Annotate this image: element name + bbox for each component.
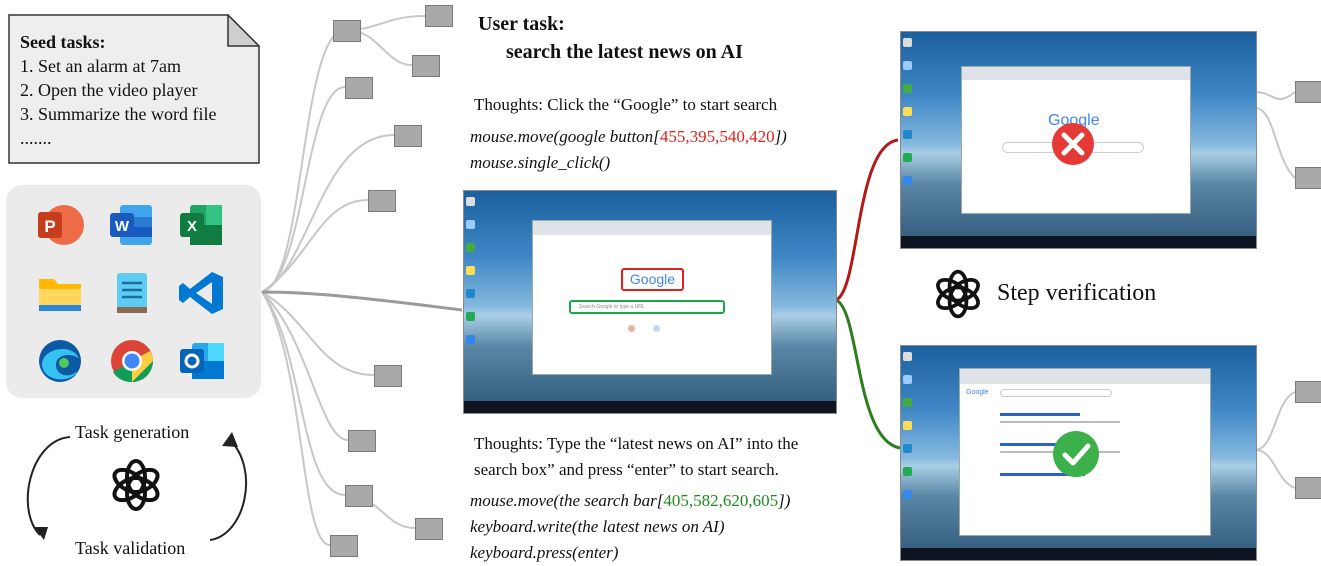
seed-tasks-title: Seed tasks:	[20, 32, 106, 52]
failed-step-screenshot: Google	[900, 31, 1257, 249]
task-validation-label: Task validation	[75, 538, 186, 558]
tree-node	[345, 77, 373, 99]
vscode-icon	[179, 272, 223, 314]
add-shortcut-icon	[653, 325, 660, 332]
step1-code: mouse.move(google button[455,395,540,420…	[470, 124, 890, 176]
tree-node	[345, 485, 373, 507]
tree-node	[1295, 381, 1321, 403]
success-check-icon	[1053, 431, 1099, 477]
center-screenshot: Google Search Google or type a URL	[463, 190, 837, 414]
step1-code-line2: mouse.single_click()	[470, 153, 611, 172]
seed-task-item: 3. Summarize the word file	[20, 104, 217, 124]
app-icons-panel: P W X	[6, 185, 261, 398]
google-logo: Google	[966, 389, 989, 396]
tree-node	[415, 518, 443, 540]
user-task-title: User task: search the latest news on AI	[478, 10, 743, 66]
tree-node	[374, 365, 402, 387]
step1-code-suffix: ])	[774, 127, 787, 146]
search-bar	[1000, 389, 1112, 397]
seed-task-item: 1. Set an alarm at 7am	[20, 56, 181, 76]
tree-node	[368, 190, 396, 212]
tree-node	[1295, 167, 1321, 189]
tree-node	[425, 5, 453, 27]
step2-code-suffix: ])	[778, 491, 791, 510]
user-task-description: search the latest news on AI	[506, 41, 743, 63]
edge-icon	[39, 340, 81, 382]
svg-text:P: P	[44, 217, 55, 236]
step2-code: mouse.move(the search bar[405,582,620,60…	[470, 488, 890, 566]
step2-code-prefix: mouse.move(the search bar[	[470, 491, 664, 510]
file-explorer-icon	[39, 279, 81, 311]
step2-thought-line2: search box” and press “enter” to start s…	[474, 460, 779, 479]
openai-logo-icon	[936, 269, 980, 319]
step2-code-line2: keyboard.write(the latest news on AI)	[470, 517, 725, 536]
result-link	[1000, 413, 1080, 416]
shortcut-icon	[628, 325, 635, 332]
svg-text:W: W	[115, 218, 130, 235]
google-logo-highlight[interactable]: Google	[621, 268, 684, 291]
svg-text:X: X	[187, 218, 197, 235]
tree-node	[333, 20, 361, 42]
powerpoint-icon: P	[38, 205, 84, 245]
user-task-label: User task:	[478, 13, 565, 35]
step-verification-label: Step verification	[997, 280, 1157, 306]
success-step-screenshot: Google	[900, 345, 1257, 561]
excel-icon: X	[180, 205, 222, 245]
step1-thought: Thoughts: Click the “Google” to start se…	[474, 95, 778, 114]
browser-window: Google Search Google or type a URL	[532, 220, 772, 375]
step1-coords: 455,395,540,420	[659, 127, 775, 146]
tree-node	[412, 55, 440, 77]
tree-node	[1295, 81, 1321, 103]
step1-code-prefix: mouse.move(google button[	[470, 127, 660, 146]
seed-tasks-text: Seed tasks: 1. Set an alarm at 7am 2. Op…	[20, 30, 255, 150]
tree-node	[348, 430, 376, 452]
word-icon: W	[110, 205, 152, 245]
result-snippet	[1000, 421, 1120, 423]
openai-logo-icon	[112, 459, 160, 511]
error-cross-icon	[1052, 123, 1094, 165]
tree-node	[1295, 477, 1321, 499]
seed-task-item: 2. Open the video player	[20, 80, 198, 100]
step2-thought: Thoughts: Type the “latest news on AI” i…	[474, 431, 894, 483]
tree-node	[394, 125, 422, 147]
notepad-icon	[117, 273, 147, 313]
step2-code-line3: keyboard.press(enter)	[470, 543, 619, 562]
step2-coords: 405,582,620,605	[663, 491, 779, 510]
search-bar-highlight[interactable]: Search Google or type a URL	[569, 300, 725, 314]
seed-task-item: .......	[20, 128, 52, 148]
tree-node	[330, 535, 358, 557]
task-generation-label: Task generation	[75, 422, 190, 442]
chrome-icon	[111, 340, 153, 383]
outlook-icon	[180, 343, 224, 379]
step2-thought-line1: Thoughts: Type the “latest news on AI” i…	[474, 434, 799, 453]
